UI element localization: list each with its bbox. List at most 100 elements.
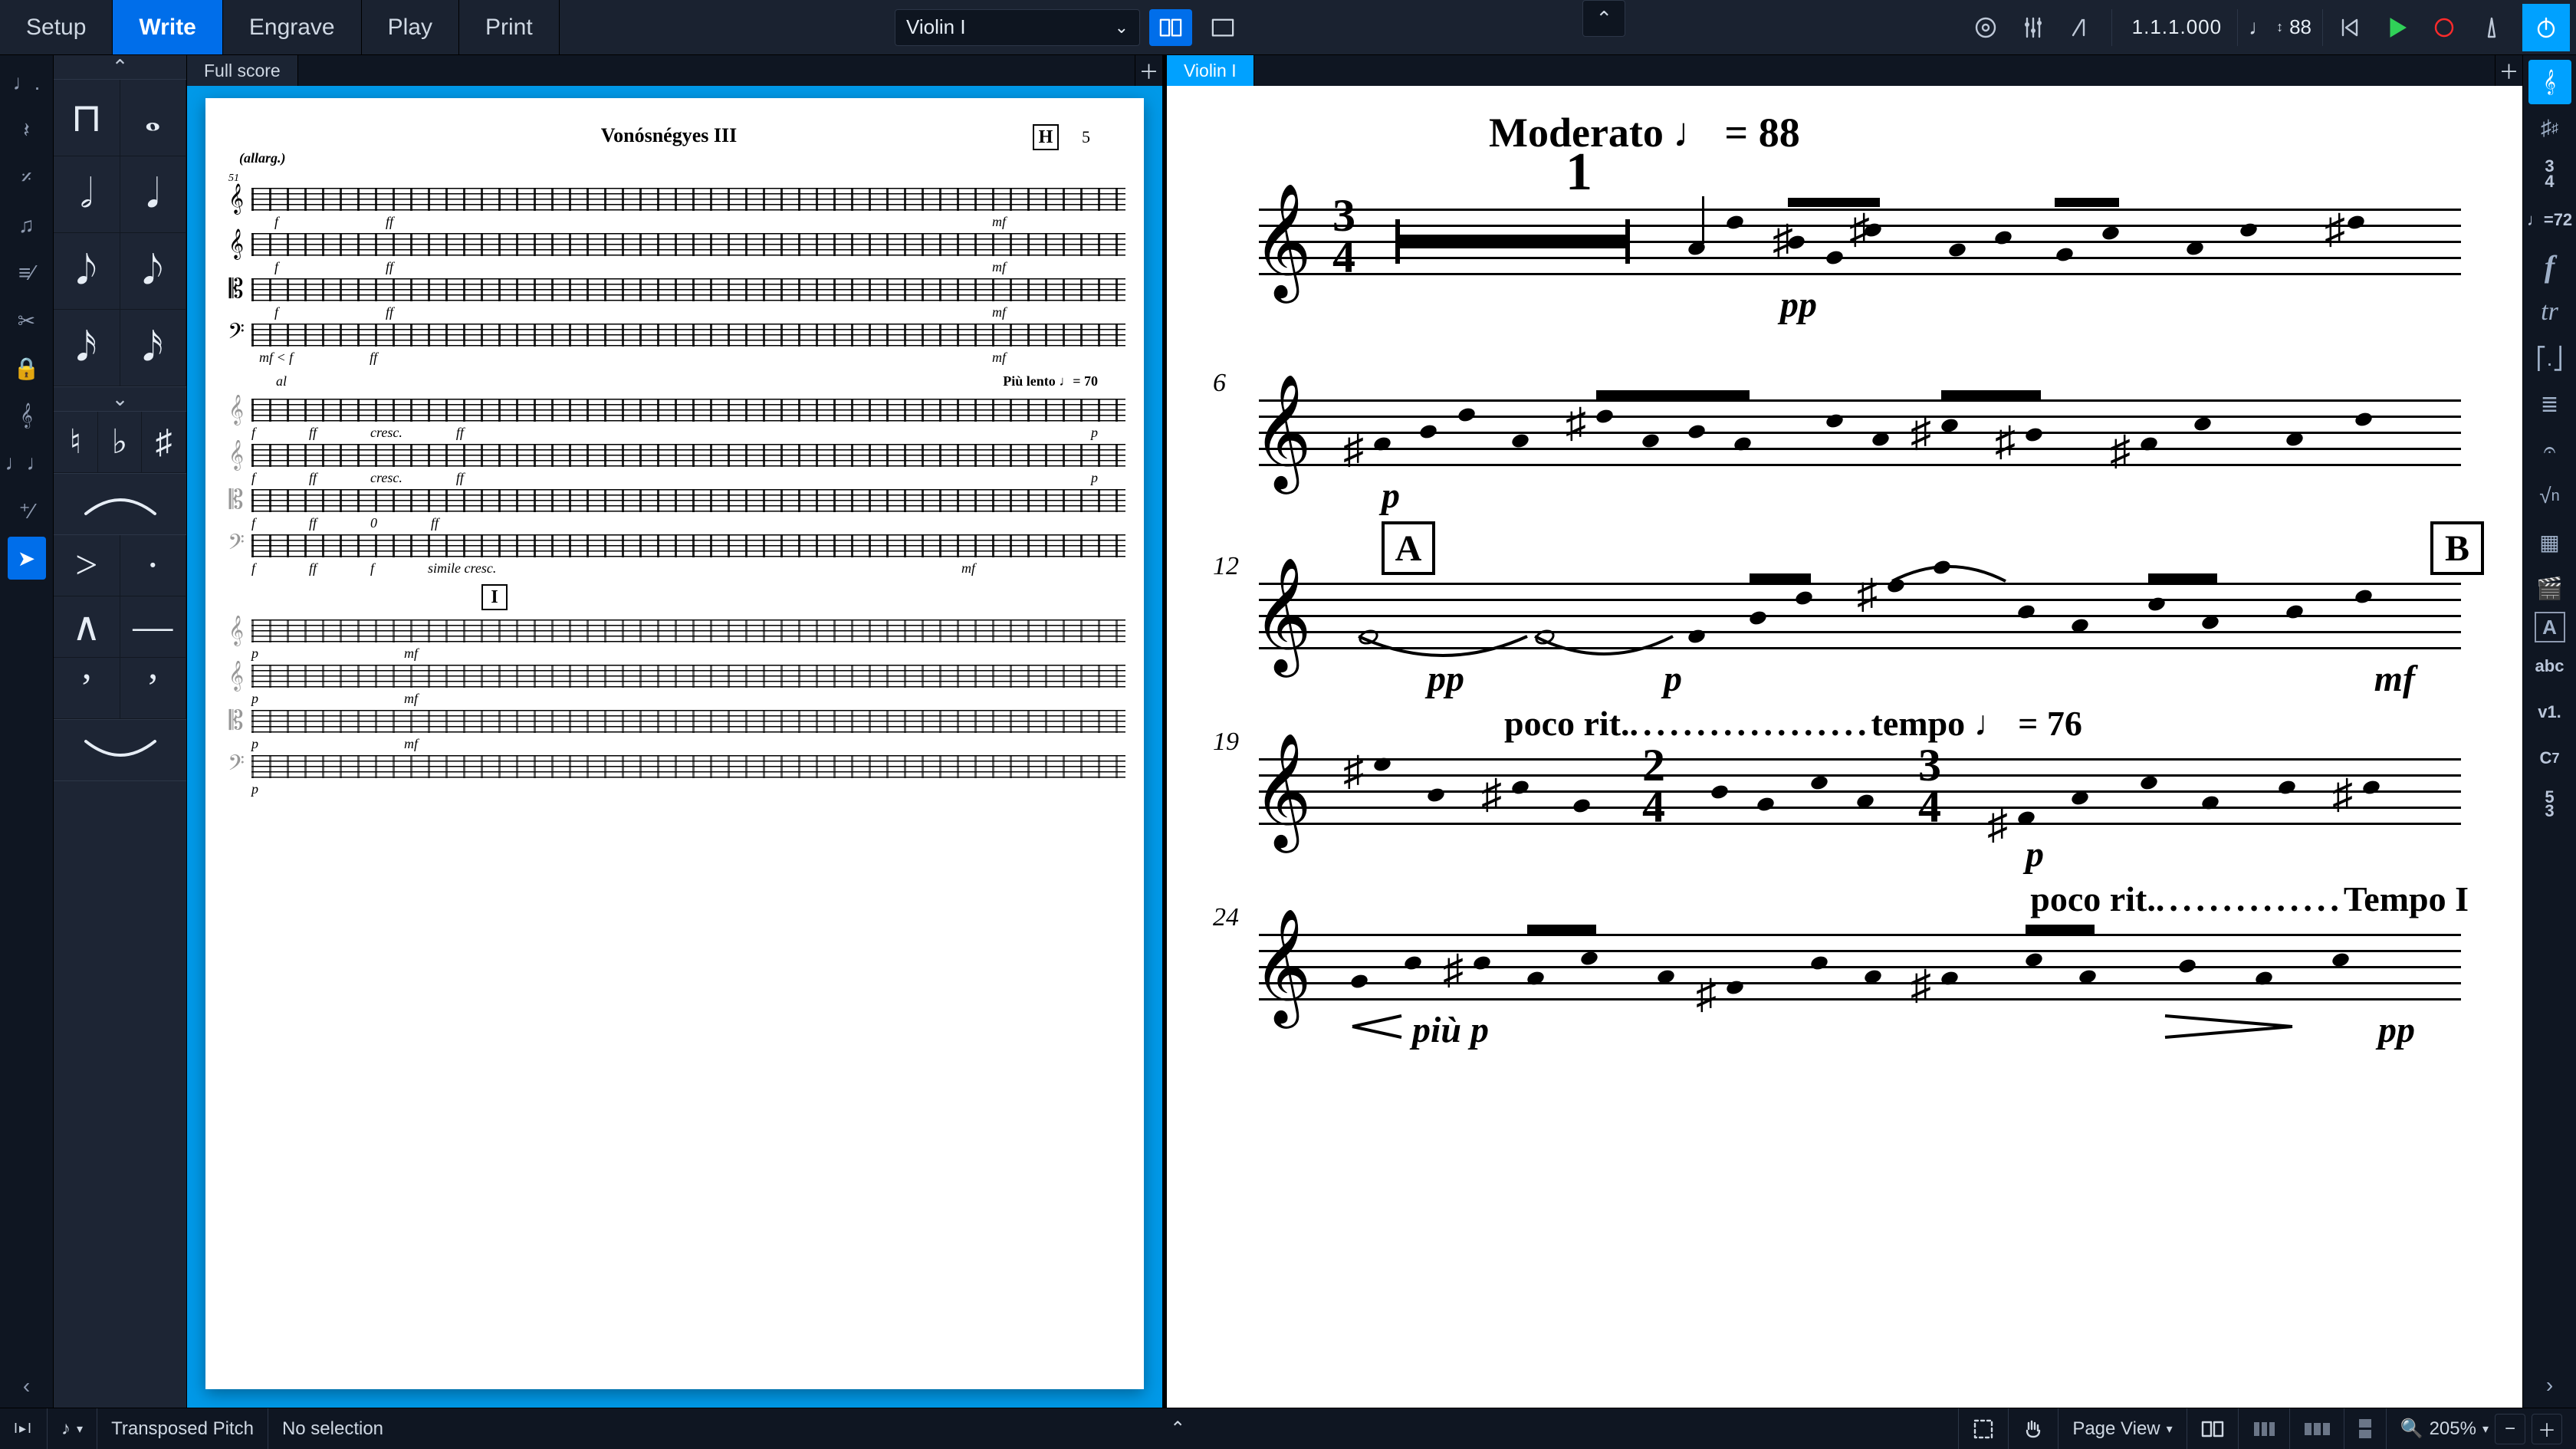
selection-tool[interactable]: ➤	[8, 537, 46, 580]
lower-zone-toggle[interactable]: ⌃	[1156, 1408, 1199, 1449]
playing-techniques-button[interactable]: ⎡.⎦	[2528, 336, 2571, 380]
score-title: Vonósnégyes III	[601, 124, 737, 150]
half-note-button[interactable]: 𝅗𝅥	[54, 156, 120, 233]
staccatissimo-button[interactable]: ʼ	[54, 658, 120, 719]
mode-print[interactable]: Print	[459, 0, 560, 54]
sixteenth-note-alt-button[interactable]: 𝅘𝅥𝅯	[120, 310, 187, 386]
full-score-viewport[interactable]: Vonósnégyes III H 5 (allarg.) 51 𝄞 fffmf…	[187, 86, 1162, 1408]
tenuto-button[interactable]: —	[120, 596, 187, 658]
natural-button[interactable]: ♮	[54, 412, 98, 473]
key-sig-popover-button[interactable]: ♯♯	[2528, 106, 2571, 150]
lock-tool[interactable]: 🔒	[8, 347, 46, 389]
staccatissimo2-button[interactable]: ʼ	[120, 658, 187, 719]
quarter-note-button[interactable]: 𝅘𝅥	[120, 156, 187, 233]
play-button[interactable]	[2375, 6, 2418, 49]
slur-button[interactable]	[54, 474, 186, 535]
rewind-button[interactable]	[2328, 6, 2371, 49]
left-rail-collapse[interactable]: ‹	[8, 1365, 46, 1408]
position-readout[interactable]: 1.1.1.000	[2121, 15, 2233, 39]
tempo-popover-button[interactable]: ♩=72	[2528, 198, 2571, 242]
note-input-indicator[interactable]: ♪ ▾	[48, 1408, 97, 1449]
tremolo-tool[interactable]: ≡⁄	[8, 251, 46, 294]
sharp-button[interactable]: ♯	[142, 412, 186, 473]
lines-popover-button[interactable]: ≣	[2528, 382, 2571, 426]
figured-bass-button[interactable]: 53	[2528, 782, 2571, 826]
dynamics-popover-button[interactable]: f	[2528, 244, 2571, 288]
dotted-note-tool[interactable]: ♩.	[8, 61, 46, 104]
mode-setup[interactable]: Setup	[0, 0, 113, 54]
bar-tool[interactable]: ♩♩	[8, 442, 46, 485]
flat-button[interactable]: ♭	[98, 412, 143, 473]
layout-controls: Violin I ⌄	[895, 0, 1244, 54]
tuplet-tool[interactable]: ⁺⁄	[8, 489, 46, 532]
legato-slur-button[interactable]	[54, 720, 186, 781]
right-rail-collapse[interactable]: ›	[2528, 1363, 2571, 1408]
hand-tool[interactable]	[2008, 1408, 2058, 1449]
clef-tool[interactable]: 𝄞	[8, 394, 46, 437]
tab-full-score[interactable]: Full score	[187, 55, 298, 86]
page-arrange-horizontal[interactable]	[2289, 1408, 2344, 1449]
multi-rest-count: 1	[1259, 156, 2461, 189]
right-tab-add[interactable]: ＋	[2495, 55, 2522, 86]
zoom-in-button[interactable]: ＋	[2532, 1414, 2562, 1444]
page-arrange-single[interactable]	[2187, 1408, 2238, 1449]
galley-vertical-split-button[interactable]	[1149, 9, 1192, 46]
accent-button[interactable]: >	[54, 535, 120, 596]
mode-engrave[interactable]: Engrave	[223, 0, 362, 54]
ornaments-popover-button[interactable]: tr	[2528, 290, 2571, 334]
bar-repeat-tool[interactable]: 𝄎	[8, 156, 46, 199]
transport-controls: 1.1.1.000 ♩ ↕ 88	[1964, 0, 2576, 54]
poco-rit-2: poco rit.	[2030, 879, 2156, 918]
tempo-value: 88	[2289, 15, 2312, 39]
tempo-readout[interactable]: ♩ ↕ 88	[2237, 9, 2323, 46]
insert-mode-indicator[interactable]: I▸I	[0, 1408, 48, 1449]
mixer-button[interactable]	[2012, 6, 2055, 49]
eighth-note-alt-button[interactable]: 𝅘𝅥𝅮	[120, 233, 187, 310]
view-mode-select[interactable]: Page View▾	[2058, 1408, 2186, 1449]
rehearsal-mark-button[interactable]: A	[2535, 612, 2565, 642]
galley-single-button[interactable]	[1201, 9, 1244, 46]
record-button[interactable]	[2423, 6, 2466, 49]
mode-tabs: Setup Write Engrave Play Print	[0, 0, 560, 54]
note-panel-scroll-up[interactable]: ⌃	[54, 55, 186, 80]
bars-popover-button[interactable]: ▦	[2528, 520, 2571, 564]
note-panel-scroll-down[interactable]: ⌄	[54, 387, 186, 412]
repeats-popover-button[interactable]: √n	[2528, 474, 2571, 518]
audio-power-button[interactable]	[2522, 4, 2570, 51]
left-tab-add[interactable]: ＋	[1135, 55, 1162, 86]
page-arrange-vertical[interactable]	[2344, 1408, 2386, 1449]
pitch-mode[interactable]: Transposed Pitch	[97, 1408, 268, 1449]
staccato-button[interactable]: ·	[120, 535, 187, 596]
marquee-tool[interactable]	[1958, 1408, 2008, 1449]
layout-dropdown[interactable]: Violin I ⌄	[895, 9, 1140, 46]
mode-play[interactable]: Play	[362, 0, 459, 54]
marcato-button[interactable]: ∧	[54, 596, 120, 658]
lyrics-popover-button[interactable]: v1.	[2528, 690, 2571, 734]
dyn-p-sys2: p	[1259, 467, 2461, 517]
full-score-page: Vonósnégyes III H 5 (allarg.) 51 𝄞 fffmf…	[205, 98, 1144, 1389]
click-button[interactable]	[2470, 6, 2513, 49]
workspace-expand-button[interactable]: ⌃	[1582, 0, 1625, 37]
video-window-button[interactable]	[1964, 6, 2007, 49]
cut-tool[interactable]: ✂	[8, 299, 46, 342]
chords-popover-button[interactable]: C7	[2528, 736, 2571, 780]
time-sig-popover-button[interactable]: 34	[2528, 152, 2571, 196]
whole-note-button[interactable]: 𝅝	[120, 80, 187, 156]
grace-note-tool[interactable]: ♫	[8, 204, 46, 247]
eighth-note-button[interactable]: 𝅘𝅥𝅮	[54, 233, 120, 310]
holds-popover-button[interactable]: 𝄐	[2528, 428, 2571, 472]
transport-panel-button[interactable]	[2059, 6, 2102, 49]
zoom-out-button[interactable]: −	[2495, 1414, 2525, 1444]
mode-write[interactable]: Write	[113, 0, 222, 54]
video-popover-button[interactable]: 🎬	[2528, 566, 2571, 610]
text-popover-button[interactable]: abc	[2528, 644, 2571, 688]
clef-popover-button[interactable]: 𝄞	[2528, 60, 2571, 104]
right-tabbar: Violin I ＋	[1167, 55, 2522, 86]
zoom-value[interactable]: 205%	[2430, 1418, 2476, 1440]
rest-tool[interactable]: 𝄽	[8, 109, 46, 152]
sixteenth-note-button[interactable]: 𝅘𝅥𝅯	[54, 310, 120, 386]
tab-violin-1[interactable]: Violin I	[1167, 55, 1254, 86]
page-arrange-spread[interactable]	[2238, 1408, 2289, 1449]
part-viewport[interactable]: Moderato ♩ = 88 1 𝄞 3 4	[1167, 86, 2522, 1408]
pedal-icon[interactable]: ⊓	[54, 80, 120, 156]
